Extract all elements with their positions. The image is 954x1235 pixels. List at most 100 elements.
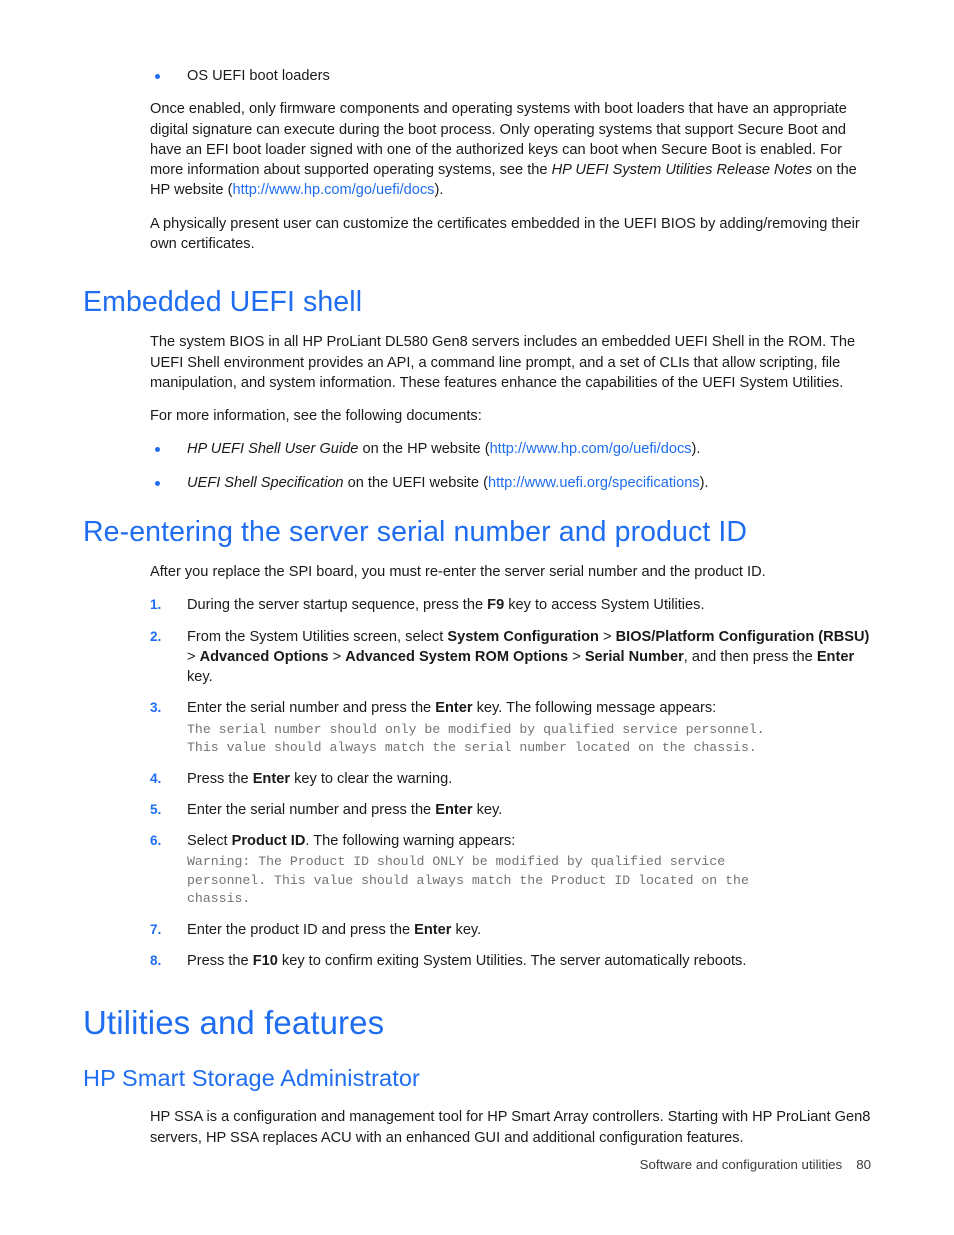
hyperlink-hp-uefi-docs[interactable]: http://www.hp.com/go/uefi/docs: [490, 441, 692, 457]
list-item: UEFI Shell Specification on the UEFI web…: [150, 473, 873, 493]
document-page: OS UEFI boot loaders Once enabled, only …: [0, 0, 954, 1235]
text-run: Enter the serial number and press the: [187, 700, 436, 717]
text-run: key.: [187, 669, 213, 686]
paragraph-embedded-shell-1: The system BIOS in all HP ProLiant DL580…: [150, 334, 856, 391]
ui-label-bold: Enter: [252, 770, 291, 787]
text-run: key to clear the warning.: [290, 770, 453, 787]
paragraph-embedded-shell-2: For more information, see the following …: [150, 408, 482, 425]
ui-label-bold: System Configuration: [447, 628, 599, 645]
text-run: key. The following message appears:: [472, 700, 717, 717]
text-run: ).: [699, 474, 709, 491]
page-footer: Software and configuration utilities 80: [83, 1157, 871, 1172]
text-run: ).: [691, 441, 701, 458]
system-message-serial-number: The serial number should only be modifie…: [187, 721, 765, 756]
step-text: Press the F10 key to confirm exiting Sys…: [187, 953, 746, 969]
step-item-8: 8. Press the F10 key to confirm exiting …: [150, 951, 873, 971]
text-run: . The following warning appears:: [305, 833, 516, 850]
step-number: 1.: [150, 597, 162, 613]
text-run: From the System Utilities screen, select: [187, 628, 448, 645]
step-number: 6.: [150, 833, 162, 849]
ui-label-bold: Advanced System ROM Options: [345, 648, 569, 665]
step-item-1: 1. During the server startup sequence, p…: [150, 595, 873, 615]
italic-title: UEFI Shell Specification: [187, 474, 344, 491]
ui-label-bold: Product ID: [231, 833, 306, 850]
ui-label-bold: Enter: [816, 648, 855, 665]
text-run: >: [568, 648, 585, 665]
step-item-6: 6. Select Product ID. The following warn…: [150, 831, 873, 909]
footer-page-number: 80: [856, 1157, 871, 1172]
text-run: key to access System Utilities.: [504, 597, 705, 614]
paragraph-secure-boot: Once enabled, only firmware components a…: [150, 99, 873, 200]
heading-hpssa-wrap: HP Smart Storage Administrator: [83, 1065, 873, 1092]
ui-label-bold: Enter: [414, 921, 452, 938]
ui-label-bold: Advanced Options: [199, 648, 329, 665]
heading-utilities-and-features: Utilities and features: [83, 1004, 385, 1042]
list-item: OS UEFI boot loaders: [150, 66, 873, 86]
reentering-body: After you replace the SPI board, you mus…: [150, 562, 873, 971]
embedded-shell-doc-list: HP UEFI Shell User Guide on the HP websi…: [150, 439, 873, 493]
step-number: 5.: [150, 801, 162, 817]
text-run: >: [598, 628, 616, 645]
step-item-5: 5. Enter the serial number and press the…: [150, 800, 873, 820]
step-text: Press the Enter key to clear the warning…: [187, 771, 452, 787]
step-text: During the server startup sequence, pres…: [187, 597, 705, 613]
bullet-dot-icon: [155, 74, 160, 79]
text-run: key.: [472, 801, 503, 818]
step-item-2: 2. From the System Utilities screen, sel…: [150, 627, 873, 688]
hyperlink-hp-uefi-docs[interactable]: http://www.hp.com/go/uefi/docs: [232, 182, 434, 198]
italic-title: HP UEFI System Utilities Release Notes: [551, 162, 813, 179]
step-text: From the System Utilities screen, select…: [187, 629, 869, 686]
ui-label-bold: F9: [487, 597, 505, 614]
list-item: HP UEFI Shell User Guide on the HP websi…: [150, 439, 873, 459]
utilities-body: HP SSA is a configuration and management…: [150, 1107, 873, 1148]
ui-label-bold: Enter: [435, 801, 473, 818]
bullet-dot-icon: [155, 447, 160, 453]
ui-label-bold: F10: [252, 952, 278, 969]
text-run: , and then press the: [683, 648, 817, 665]
text-run: During the server startup sequence, pres…: [187, 597, 488, 614]
step-item-4: 4. Press the Enter key to clear the warn…: [150, 769, 873, 789]
text-run: on the UEFI website (: [343, 474, 488, 491]
step-text: Select Product ID. The following warning…: [187, 833, 515, 849]
heading-reentering-serial-number: Re-entering the server serial number and…: [83, 516, 748, 549]
text-run: ).: [434, 182, 444, 199]
paragraph-certificates: A physically present user can customize …: [150, 215, 860, 253]
heading-embedded-uefi-shell: Embedded UEFI shell: [83, 286, 363, 319]
step-item-3: 3. Enter the serial number and press the…: [150, 698, 873, 757]
hyperlink-uefi-specifications[interactable]: http://www.uefi.org/specifications: [488, 475, 700, 491]
text-run: >: [328, 648, 346, 665]
heading-hp-smart-storage-administrator: HP Smart Storage Administrator: [83, 1065, 420, 1092]
reentering-step-list: 1. During the server startup sequence, p…: [150, 595, 873, 971]
ui-label-bold: BIOS/Platform Configuration (RBSU): [615, 628, 870, 645]
page-content: OS UEFI boot loaders Once enabled, only …: [83, 66, 873, 1148]
embedded-shell-body: The system BIOS in all HP ProLiant DL580…: [150, 332, 873, 493]
step-number: 7.: [150, 921, 162, 937]
step-number: 3.: [150, 700, 162, 716]
text-run: >: [187, 648, 200, 665]
ui-label-bold: Serial Number: [584, 648, 684, 665]
heading-utilities-wrap: Utilities and features: [83, 1004, 873, 1042]
text-run: Enter the product ID and press the: [187, 921, 415, 938]
ui-label-bold: Enter: [435, 700, 473, 717]
text-run: Press the: [187, 770, 253, 787]
bullet-dot-icon: [155, 480, 160, 486]
step-number: 4.: [150, 770, 162, 786]
text-run: key to confirm exiting System Utilities.…: [277, 952, 747, 969]
paragraph-hpssa: HP SSA is a configuration and management…: [150, 1109, 871, 1146]
text-run: Enter the serial number and press the: [187, 801, 436, 818]
paragraph-reentering-intro: After you replace the SPI board, you mus…: [150, 563, 766, 580]
italic-title: HP UEFI Shell User Guide: [187, 441, 359, 458]
heading-reentering-wrap: Re-entering the server serial number and…: [83, 516, 873, 549]
intro-bullet-list: OS UEFI boot loaders: [150, 66, 873, 86]
bullet-text: OS UEFI boot loaders: [187, 68, 330, 84]
step-text: Enter the serial number and press the En…: [187, 802, 502, 818]
step-item-7: 7. Enter the product ID and press the En…: [150, 920, 873, 940]
text-run: Press the: [187, 952, 253, 969]
footer-title: Software and configuration utilities: [639, 1157, 843, 1172]
text-run: Select: [187, 833, 232, 850]
step-number: 2.: [150, 628, 162, 644]
intro-body: Once enabled, only firmware components a…: [150, 99, 873, 254]
system-message-product-id: Warning: The Product ID should ONLY be m…: [187, 854, 749, 907]
heading-embedded-uefi-shell-wrap: Embedded UEFI shell: [83, 286, 873, 319]
step-number: 8.: [150, 952, 162, 968]
